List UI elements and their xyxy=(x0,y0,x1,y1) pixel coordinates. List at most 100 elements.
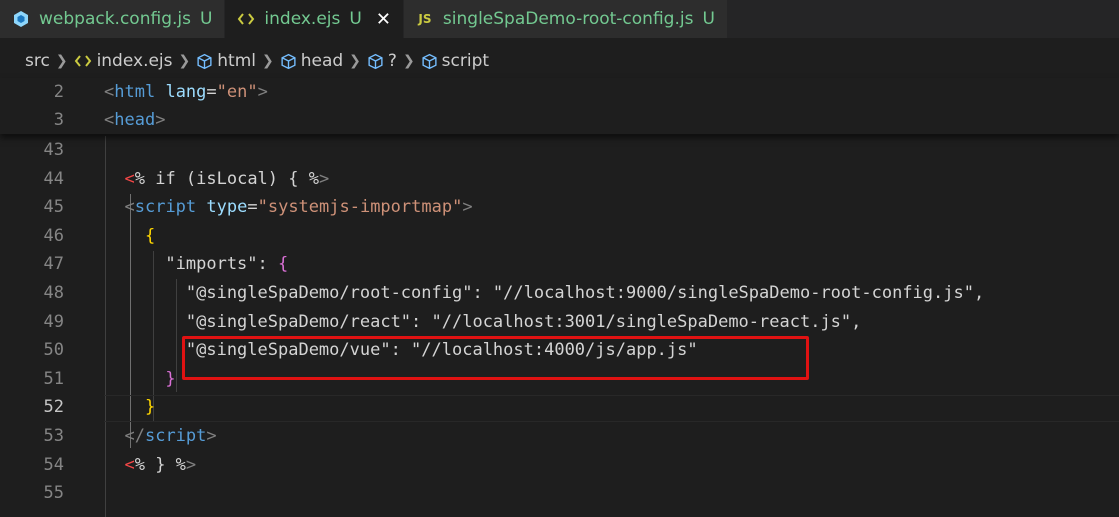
breadcrumb-file-label: index.ejs xyxy=(96,51,173,71)
code-text: } xyxy=(104,393,155,422)
code-line[interactable]: 46 { xyxy=(0,222,1119,251)
code-token: % } % xyxy=(134,454,186,475)
code-line[interactable]: 53 </script> xyxy=(0,422,1119,451)
breadcrumb-src[interactable]: src xyxy=(25,51,50,71)
breadcrumb-script[interactable]: script xyxy=(421,51,489,71)
code-token: < xyxy=(124,168,135,189)
line-number: 52 xyxy=(43,397,64,418)
code-text: <% } %> xyxy=(104,451,196,480)
line-number: 45 xyxy=(43,197,64,218)
code-token: = xyxy=(206,82,217,102)
breadcrumb-html-label: html xyxy=(217,51,256,71)
code-token: "imports": xyxy=(104,254,278,275)
line-number: 55 xyxy=(43,483,64,504)
ejs-brackets-icon xyxy=(237,10,255,28)
line-number: 44 xyxy=(43,168,64,189)
code-text: "@singleSpaDemo/react": "//localhost:300… xyxy=(104,308,862,337)
code-line[interactable]: 45 <script type="systemjs-importmap"> xyxy=(0,193,1119,222)
sticky-scroll-header[interactable]: 2 <html lang="en"> 3 <head> xyxy=(0,78,1119,134)
code-line[interactable]: 49 "@singleSpaDemo/react": "//localhost:… xyxy=(0,308,1119,337)
breadcrumb-head[interactable]: head xyxy=(280,51,343,71)
code-token: > xyxy=(318,168,330,189)
code-line[interactable]: 51 } xyxy=(0,365,1119,394)
tab-root-config-js[interactable]: JS singleSpaDemo-root-config.js U xyxy=(403,0,728,38)
code-token: = xyxy=(247,197,258,218)
line-number: 48 xyxy=(43,283,64,303)
chevron-right-icon: ❯ xyxy=(261,53,274,69)
code-line[interactable]: 43 xyxy=(0,136,1119,165)
code-token: < xyxy=(104,110,115,130)
symbol-field-icon xyxy=(281,53,296,69)
breadcrumb-html[interactable]: html xyxy=(196,51,256,71)
code-token: > xyxy=(185,454,197,475)
untracked-badge: U xyxy=(199,9,213,29)
symbol-field-icon xyxy=(422,53,437,69)
code-text: <html lang="en"> xyxy=(104,78,268,106)
code-token: } xyxy=(144,397,156,418)
chevron-right-icon: ❯ xyxy=(349,53,361,69)
close-icon[interactable]: ✕ xyxy=(376,9,391,30)
code-line[interactable]: 54 <% } %> xyxy=(0,451,1119,480)
tab-label: index.ejs xyxy=(264,9,341,29)
breadcrumb-unknown[interactable]: ? xyxy=(367,51,397,71)
line-number: 53 xyxy=(43,426,64,446)
code-token: < xyxy=(124,197,135,218)
line-number: 51 xyxy=(43,368,64,389)
code-line[interactable]: 50 "@singleSpaDemo/vue": "//localhost:40… xyxy=(0,336,1119,365)
breadcrumb-script-label: script xyxy=(441,51,490,71)
code-token: < xyxy=(104,82,115,102)
code-text: </script> xyxy=(104,422,216,451)
code-line[interactable]: 52 } xyxy=(0,393,1119,422)
code-text: "@singleSpaDemo/vue": "//localhost:4000/… xyxy=(104,336,698,365)
code-line[interactable]: 2 <html lang="en"> xyxy=(0,78,1119,107)
untracked-badge: U xyxy=(349,9,362,29)
webpack-icon xyxy=(12,10,30,28)
code-line[interactable]: 47 "imports": { xyxy=(0,250,1119,279)
code-token: "@singleSpaDemo/react": "//localhost:300… xyxy=(104,311,862,332)
code-line[interactable]: 44 <% if (isLocal) { %> xyxy=(0,165,1119,194)
code-token: > xyxy=(257,82,268,102)
code-token: "systemjs-importmap" xyxy=(257,197,463,218)
code-token: html xyxy=(114,82,156,102)
line-number: 2 xyxy=(53,82,64,102)
code-token: "@singleSpaDemo/root-config": "//localho… xyxy=(104,283,985,303)
code-text: "@singleSpaDemo/root-config": "//localho… xyxy=(104,279,984,308)
code-token: </ xyxy=(124,426,145,446)
ejs-brackets-icon xyxy=(74,55,91,67)
line-number: 3 xyxy=(53,110,64,130)
code-text: <script type="systemjs-importmap"> xyxy=(104,193,472,222)
code-token: < xyxy=(124,454,135,475)
tab-index-ejs[interactable]: index.ejs U ✕ xyxy=(225,0,404,38)
breadcrumb-file[interactable]: index.ejs xyxy=(74,51,173,71)
code-text: } xyxy=(104,365,175,394)
code-line[interactable]: 48 "@singleSpaDemo/root-config": "//loca… xyxy=(0,279,1119,308)
chevron-right-icon: ❯ xyxy=(178,53,191,69)
symbol-field-icon xyxy=(368,53,383,69)
tab-webpack-config[interactable]: webpack.config.js U xyxy=(0,0,226,38)
code-token: { xyxy=(278,254,289,275)
code-editor[interactable]: 43 44 <% if (isLocal) { %> 45 <script type… xyxy=(0,136,1119,517)
code-token: % if (isLocal) { % xyxy=(134,168,319,189)
line-number: 47 xyxy=(43,254,64,275)
tab-label: singleSpaDemo-root-config.js xyxy=(442,9,694,29)
code-token: lang xyxy=(165,82,207,102)
code-text: "imports": { xyxy=(104,250,288,279)
code-line[interactable]: 3 <head> xyxy=(0,106,1119,135)
line-number: 50 xyxy=(43,340,64,361)
chevron-right-icon: ❯ xyxy=(55,53,68,69)
code-token: head xyxy=(114,110,156,130)
code-line[interactable]: 55 xyxy=(0,479,1119,508)
code-token: "en" xyxy=(216,82,258,102)
line-number: 43 xyxy=(43,140,64,160)
code-token: script xyxy=(134,197,197,218)
chevron-right-icon: ❯ xyxy=(402,53,415,69)
code-token: { xyxy=(144,225,156,246)
symbol-field-icon xyxy=(197,53,212,69)
untracked-badge: U xyxy=(702,9,715,29)
code-text: <% if (isLocal) { %> xyxy=(104,165,329,194)
